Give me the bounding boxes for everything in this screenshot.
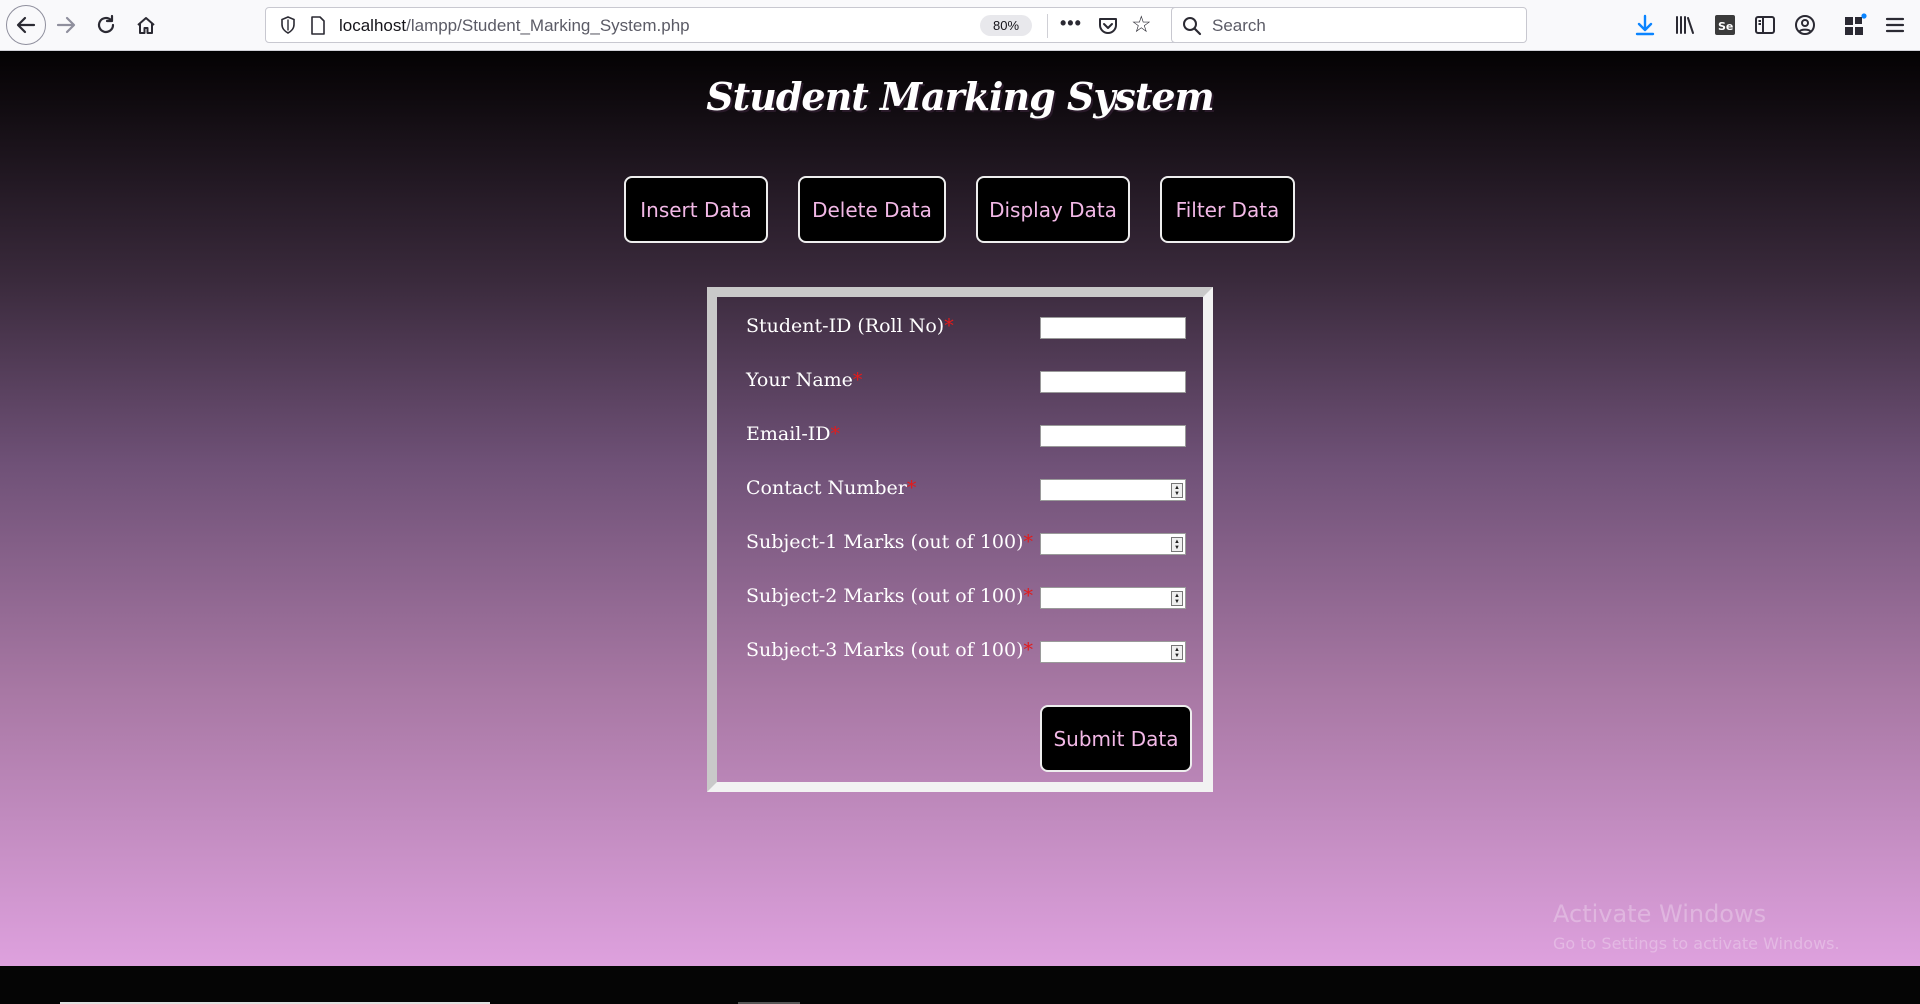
display-data-button[interactable]: Display Data <box>976 176 1130 243</box>
shield-icon[interactable] <box>280 16 296 34</box>
svg-text:Se: Se <box>1718 20 1733 33</box>
subject-2-label-text: Subject-2 Marks (out of 100) <box>746 585 1024 607</box>
bookmark-star-icon[interactable]: ☆ <box>1131 11 1152 38</box>
forward-button[interactable] <box>48 7 84 43</box>
subject-3-label: Subject-3 Marks (out of 100)* <box>746 639 1033 661</box>
contact-number-label-text: Contact Number <box>746 477 907 499</box>
required-marker: * <box>944 315 954 337</box>
filter-data-button[interactable]: Filter Data <box>1160 176 1295 243</box>
number-spinner-icon[interactable]: ▲ ▼ <box>1171 645 1183 660</box>
library-icon[interactable] <box>1672 12 1698 38</box>
subject-3-input[interactable]: ▲ ▼ <box>1040 641 1186 663</box>
submit-data-button[interactable]: Submit Data <box>1040 705 1192 772</box>
email-label: Email-ID* <box>746 423 840 445</box>
student-id-input[interactable] <box>1040 317 1186 339</box>
url-divider <box>1047 14 1048 38</box>
sidebar-icon[interactable] <box>1752 12 1778 38</box>
student-id-label-text: Student-ID (Roll No) <box>746 315 945 337</box>
subject-3-label-text: Subject-3 Marks (out of 100) <box>746 639 1024 661</box>
subject-2-input[interactable]: ▲ ▼ <box>1040 587 1186 609</box>
activate-windows-watermark: Activate Windows <box>1553 900 1767 928</box>
url-text[interactable]: localhost/lampp/Student_Marking_System.p… <box>339 16 690 36</box>
email-label-text: Email-ID <box>746 423 831 445</box>
subject-1-label-text: Subject-1 Marks (out of 100) <box>746 531 1024 553</box>
search-input[interactable] <box>1212 15 1512 37</box>
subject-1-label: Subject-1 Marks (out of 100)* <box>746 531 1033 553</box>
extensions-icon[interactable] <box>1842 12 1868 38</box>
reload-icon <box>97 14 115 34</box>
page-actions-menu-icon[interactable]: ••• <box>1060 13 1082 34</box>
required-marker: * <box>1023 531 1034 553</box>
arrow-right-icon <box>56 16 76 34</box>
account-icon[interactable] <box>1792 12 1818 38</box>
pocket-icon[interactable] <box>1096 14 1120 38</box>
reload-button[interactable] <box>88 7 124 43</box>
hamburger-menu-icon[interactable] <box>1882 12 1908 38</box>
browser-toolbar: localhost/lampp/Student_Marking_System.p… <box>0 0 1920 51</box>
subject-1-input[interactable]: ▲ ▼ <box>1040 533 1186 555</box>
page-icon[interactable] <box>310 16 326 35</box>
zoom-level-badge[interactable]: 80% <box>980 15 1032 36</box>
page-title: Student Marking System <box>706 74 1215 119</box>
number-spinner-icon[interactable]: ▲ ▼ <box>1171 591 1183 606</box>
activate-windows-subtext: Go to Settings to activate Windows. <box>1553 934 1840 953</box>
required-marker: * <box>852 369 863 391</box>
url-path: /lampp/Student_Marking_System.php <box>406 16 690 35</box>
insert-data-button[interactable]: Insert Data <box>624 176 768 243</box>
email-input[interactable] <box>1040 425 1186 447</box>
student-form: Student-ID (Roll No)* Your Name* Email-I… <box>707 287 1213 792</box>
name-label: Your Name* <box>746 369 862 391</box>
delete-data-button[interactable]: Delete Data <box>798 176 946 243</box>
search-bar[interactable] <box>1171 7 1527 43</box>
url-host: localhost <box>339 16 407 35</box>
number-spinner-icon[interactable]: ▲ ▼ <box>1171 537 1183 552</box>
download-icon[interactable] <box>1632 12 1658 38</box>
home-icon <box>137 17 155 34</box>
page-content: Student Marking System Insert Data Delet… <box>0 52 1920 966</box>
number-spinner-icon[interactable]: ▲ ▼ <box>1171 483 1183 498</box>
name-input[interactable] <box>1040 371 1186 393</box>
home-button[interactable] <box>128 7 164 43</box>
taskbar <box>0 966 1920 1004</box>
name-label-text: Your Name <box>746 369 853 391</box>
required-marker: * <box>906 477 917 499</box>
contact-number-input[interactable]: ▲ ▼ <box>1040 479 1186 501</box>
required-marker: * <box>1023 585 1034 607</box>
subject-2-label: Subject-2 Marks (out of 100)* <box>746 585 1033 607</box>
required-marker: * <box>830 423 841 445</box>
contact-number-label: Contact Number* <box>746 477 916 499</box>
student-id-label: Student-ID (Roll No)* <box>746 315 954 337</box>
selenium-extension-icon[interactable]: Se <box>1712 12 1738 38</box>
arrow-left-icon <box>16 16 36 34</box>
search-icon <box>1183 17 1202 36</box>
required-marker: * <box>1023 639 1034 661</box>
back-button[interactable] <box>6 5 46 45</box>
